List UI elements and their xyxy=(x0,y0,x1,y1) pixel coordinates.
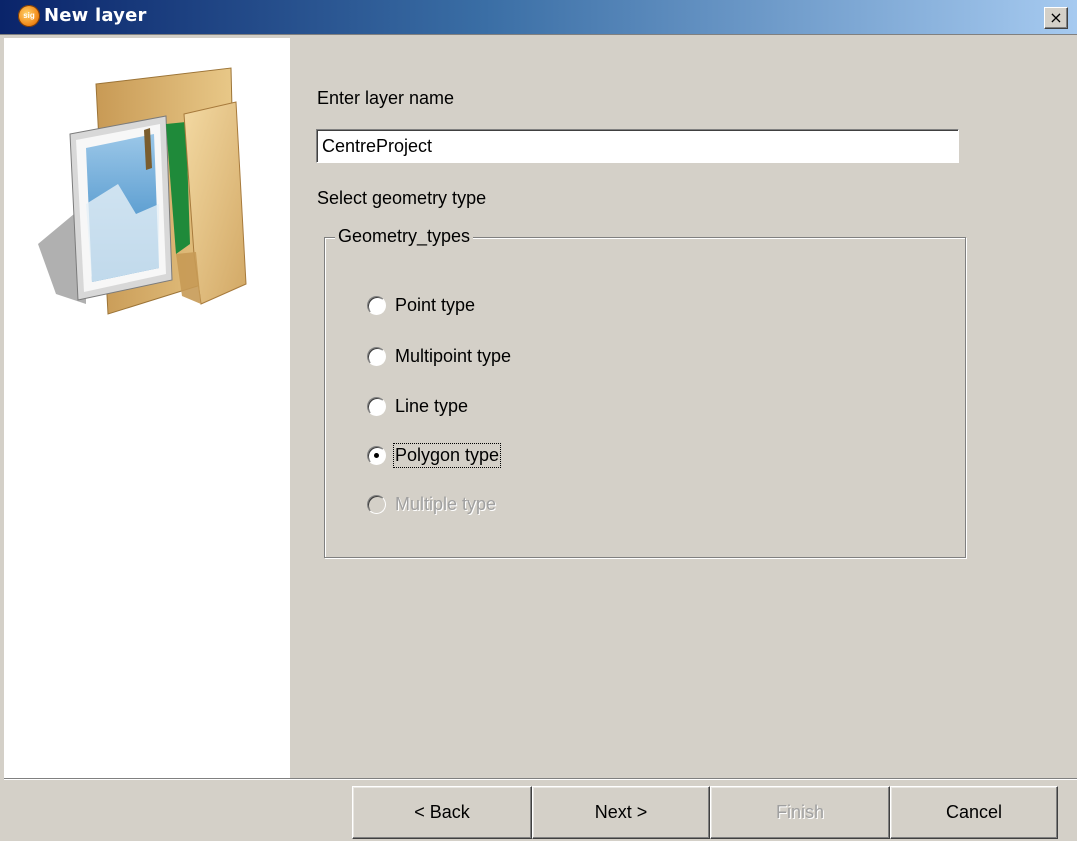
radio-point-type[interactable]: Point type xyxy=(367,292,475,318)
layer-name-input[interactable] xyxy=(316,129,959,163)
back-button[interactable]: < Back xyxy=(352,786,532,839)
radio-multipoint-type[interactable]: Multipoint type xyxy=(367,343,511,369)
radio-line-type[interactable]: Line type xyxy=(367,393,468,419)
geometry-types-group-title: Geometry_types xyxy=(335,226,474,247)
radio-label: Multiple type xyxy=(395,493,497,514)
radio-button[interactable] xyxy=(367,295,386,315)
radio-label: Multipoint type xyxy=(395,345,512,366)
geometry-type-label: Select geometry type xyxy=(317,188,487,208)
radio-label: Point type xyxy=(395,294,476,315)
geometry-types-group: Geometry_types Point type Multipoint typ… xyxy=(324,226,966,558)
radio-multiple-type: Multiple type xyxy=(367,491,496,517)
wizard-content: Enter layer name Select geometry type Ge… xyxy=(291,38,1077,778)
next-button[interactable]: Next > xyxy=(532,786,710,839)
folder-with-map-icon xyxy=(38,67,247,315)
radio-button-disabled xyxy=(367,494,386,514)
radio-polygon-type[interactable]: Polygon type xyxy=(367,442,502,468)
app-logo-icon: sig xyxy=(18,5,40,27)
close-button[interactable]: × xyxy=(1044,7,1068,29)
radio-button[interactable] xyxy=(367,396,386,416)
radio-button[interactable] xyxy=(367,346,386,366)
radio-label: Line type xyxy=(395,395,469,416)
close-icon: × xyxy=(1049,8,1063,27)
cancel-button[interactable]: Cancel xyxy=(890,786,1058,839)
radio-label: Polygon type xyxy=(392,442,502,468)
layer-name-label: Enter layer name xyxy=(317,88,455,108)
window-title: New layer xyxy=(44,5,147,26)
radio-button-selected[interactable] xyxy=(367,445,386,465)
button-bar-separator xyxy=(4,778,1077,780)
title-bar[interactable]: sig New layer × xyxy=(0,0,1077,35)
finish-button: Finish xyxy=(710,786,890,839)
radio-dot-icon xyxy=(374,452,379,458)
wizard-side-panel xyxy=(4,38,290,778)
